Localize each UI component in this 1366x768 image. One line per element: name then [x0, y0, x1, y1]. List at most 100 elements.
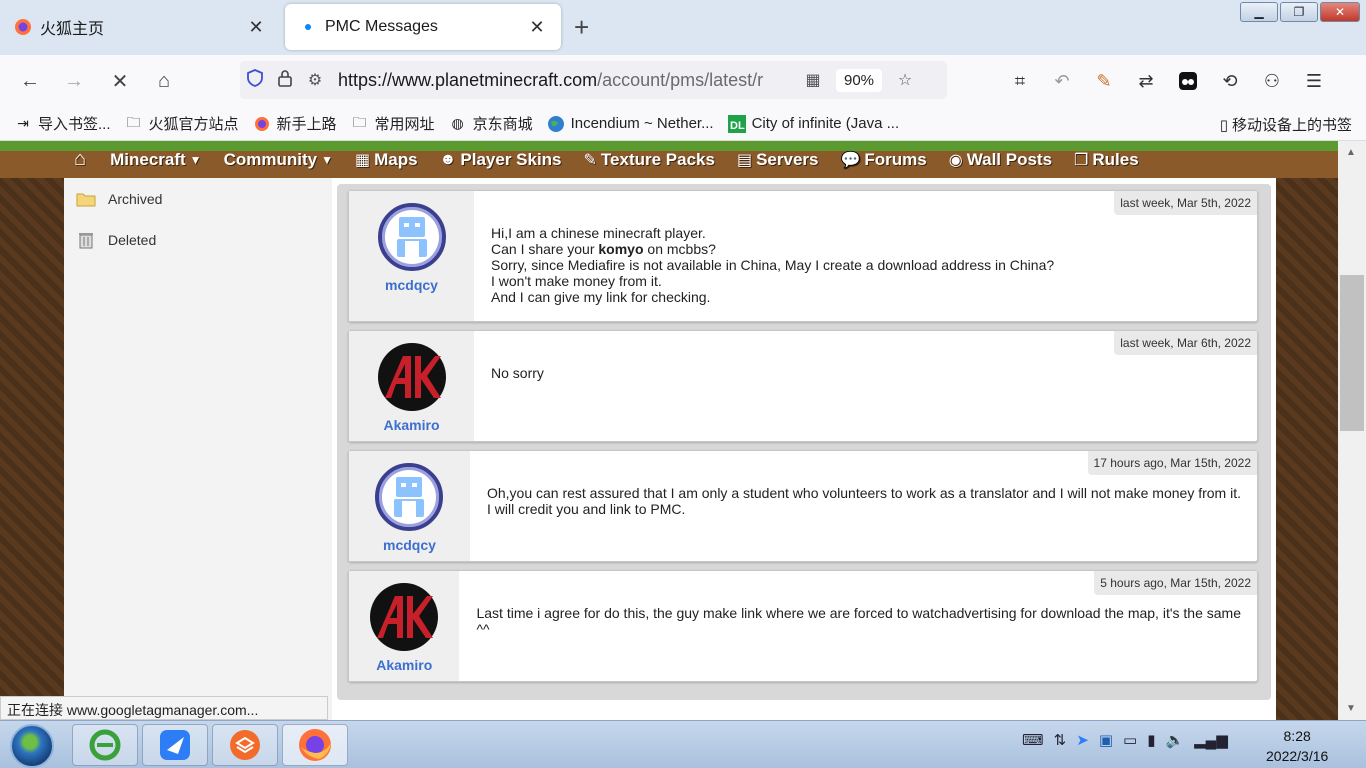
- bookmark-label: 火狐官方站点: [148, 116, 239, 133]
- translate-extension-icon[interactable]: ✎: [1089, 67, 1119, 95]
- message-line: Oh,you can rest assured that I am only a…: [486, 485, 1241, 501]
- ak-logo-avatar-icon: [384, 356, 441, 398]
- author-link[interactable]: Akamiro: [376, 657, 432, 673]
- crop-screenshot-icon[interactable]: ⌗: [1005, 67, 1035, 95]
- mobile-bookmarks-label: 移动设备上的书签: [1231, 117, 1352, 134]
- tab-firefox-home[interactable]: 火狐主页 ✕: [0, 4, 280, 50]
- url-host: https://www.planetminecraft.com: [338, 69, 598, 90]
- bookmark-label: 京东商城: [472, 116, 533, 133]
- bookmark-item[interactable]: 🗀 火狐官方站点: [125, 113, 239, 134]
- keyboard-icon[interactable]: ⌨: [1022, 731, 1044, 749]
- bookmark-label: City of infinite (Java ...: [751, 115, 900, 132]
- extensions-icon[interactable]: ⚇: [1257, 67, 1287, 95]
- chevron-down-icon: ▼: [321, 152, 333, 167]
- message: mcdqcy Oh,you can rest assured that I am…: [348, 450, 1258, 562]
- volume-icon[interactable]: 🔈: [1165, 731, 1184, 749]
- bookmark-item[interactable]: 🗀 常用网址: [351, 113, 435, 134]
- feishu-tray-icon[interactable]: ➤: [1076, 731, 1089, 749]
- minimize-button[interactable]: ▁: [1240, 2, 1278, 22]
- bookmark-star-icon[interactable]: ☆: [890, 70, 920, 90]
- avatar[interactable]: [377, 343, 446, 411]
- tab-close-icon[interactable]: ✕: [246, 17, 266, 38]
- nav-player-skins[interactable]: ☻ Player Skins: [440, 150, 562, 170]
- en-translate-icon[interactable]: ⇄: [1131, 67, 1161, 95]
- earth-icon: [547, 115, 565, 133]
- page-scrollbar[interactable]: ▲ ▼: [1338, 141, 1366, 720]
- show-hidden-icons-icon[interactable]: ⇅: [1054, 731, 1067, 749]
- bookmark-item[interactable]: Incendium ~ Nether...: [547, 115, 714, 133]
- nav-label: Maps: [374, 149, 418, 169]
- avatar[interactable]: [375, 463, 444, 531]
- zoom-level-button[interactable]: 90%: [836, 68, 883, 92]
- new-tab-button[interactable]: +: [574, 12, 589, 42]
- taskbar-layers-app-icon[interactable]: [212, 724, 278, 766]
- bookmark-item[interactable]: DL City of infinite (Java ...: [727, 114, 900, 133]
- folder-deleted[interactable]: Deleted: [64, 219, 332, 260]
- nav-texture-packs[interactable]: ✎ Texture Packs: [584, 150, 715, 170]
- scroll-down-icon[interactable]: ▼: [1346, 703, 1356, 714]
- nav-label: Forums: [864, 149, 927, 169]
- bookmark-item[interactable]: 新手上路: [253, 113, 337, 134]
- stop-icon[interactable]: ✕: [106, 67, 134, 95]
- mobile-bookmarks[interactable]: ▯ 移动设备上的书签: [1220, 114, 1352, 135]
- author-link[interactable]: mcdqcy: [383, 537, 436, 553]
- home-icon[interactable]: ⌂: [74, 148, 86, 171]
- forward-icon[interactable]: →: [60, 67, 88, 95]
- message-line: Can I share your komyo on mcbbs?: [491, 241, 1241, 257]
- home-icon[interactable]: ⌂: [150, 67, 178, 95]
- signal-icon[interactable]: ▂▄▆: [1194, 731, 1228, 749]
- avatar[interactable]: [377, 203, 446, 271]
- author-link[interactable]: mcdqcy: [385, 277, 438, 293]
- tracking-shield-icon[interactable]: [240, 68, 270, 92]
- bookmark-label: Incendium ~ Nether...: [570, 115, 714, 132]
- bookmark-item[interactable]: ⇥ 导入书签...: [14, 113, 111, 134]
- battery-icon[interactable]: ▮: [1147, 731, 1155, 749]
- display-icon[interactable]: ▭: [1123, 731, 1137, 749]
- sync-extension-icon[interactable]: ⟲: [1215, 67, 1245, 95]
- skin-icon: ☻: [439, 150, 457, 168]
- author-link[interactable]: Akamiro: [383, 417, 439, 433]
- nav-wall-posts[interactable]: ◉ Wall Posts: [949, 150, 1052, 170]
- menu-icon[interactable]: ☰: [1299, 67, 1329, 95]
- nav-maps[interactable]: ▦ Maps: [355, 150, 418, 170]
- back-icon[interactable]: ←: [16, 67, 44, 95]
- nav-community[interactable]: Community ▼: [224, 150, 333, 170]
- wall-icon: ◉: [948, 151, 963, 169]
- avatar[interactable]: [370, 583, 439, 651]
- nav-rules[interactable]: ❐ Rules: [1074, 150, 1139, 170]
- message-text: on mcbbs?: [643, 241, 716, 257]
- taskbar-firefox-icon[interactable]: [282, 724, 348, 766]
- tab-close-icon[interactable]: ✕: [527, 17, 547, 38]
- folder-archived[interactable]: Archived: [64, 178, 332, 219]
- tampermonkey-icon[interactable]: [1173, 67, 1203, 95]
- system-clock[interactable]: 8:28 2022/3/16: [1266, 726, 1328, 766]
- folder-icon: [76, 190, 96, 208]
- lock-icon[interactable]: [270, 69, 300, 92]
- clock-time: 8:28: [1283, 728, 1311, 744]
- scrollbar-thumb[interactable]: [1340, 275, 1364, 431]
- nav-minecraft[interactable]: Minecraft ▼: [110, 150, 201, 170]
- loading-dot-icon: [299, 18, 317, 36]
- bookmark-label: 导入书签...: [38, 116, 111, 133]
- taskbar-feishu-icon[interactable]: [142, 724, 208, 766]
- undo-icon[interactable]: ↶: [1047, 67, 1077, 95]
- nav-servers[interactable]: ▤ Servers: [737, 150, 819, 170]
- scroll-up-icon[interactable]: ▲: [1346, 147, 1356, 158]
- nav-forums[interactable]: 💬 Forums: [840, 150, 926, 170]
- nav-label: Minecraft: [110, 149, 186, 169]
- taskbar-ie-icon[interactable]: [72, 724, 138, 766]
- message-author: mcdqcy: [349, 191, 474, 321]
- bookmark-label: 常用网址: [374, 116, 435, 133]
- bookmark-item[interactable]: ◍ 京东商城: [449, 113, 533, 134]
- network-app-tray-icon[interactable]: ▣: [1099, 731, 1113, 749]
- qr-code-icon[interactable]: ▦: [798, 70, 828, 90]
- nav-label: Player Skins: [460, 149, 562, 169]
- url-text[interactable]: https://www.planetminecraft.com/account/…: [338, 70, 798, 91]
- folder-icon: 🗀: [352, 113, 367, 130]
- tab-pmc-messages[interactable]: PMC Messages ✕: [285, 4, 561, 50]
- close-window-button[interactable]: ✕: [1320, 2, 1360, 22]
- restore-button[interactable]: ❐: [1280, 2, 1318, 22]
- permissions-icon[interactable]: ⚙: [300, 70, 330, 90]
- start-button[interactable]: [10, 724, 54, 768]
- address-bar[interactable]: ⚙ https://www.planetminecraft.com/accoun…: [240, 61, 947, 99]
